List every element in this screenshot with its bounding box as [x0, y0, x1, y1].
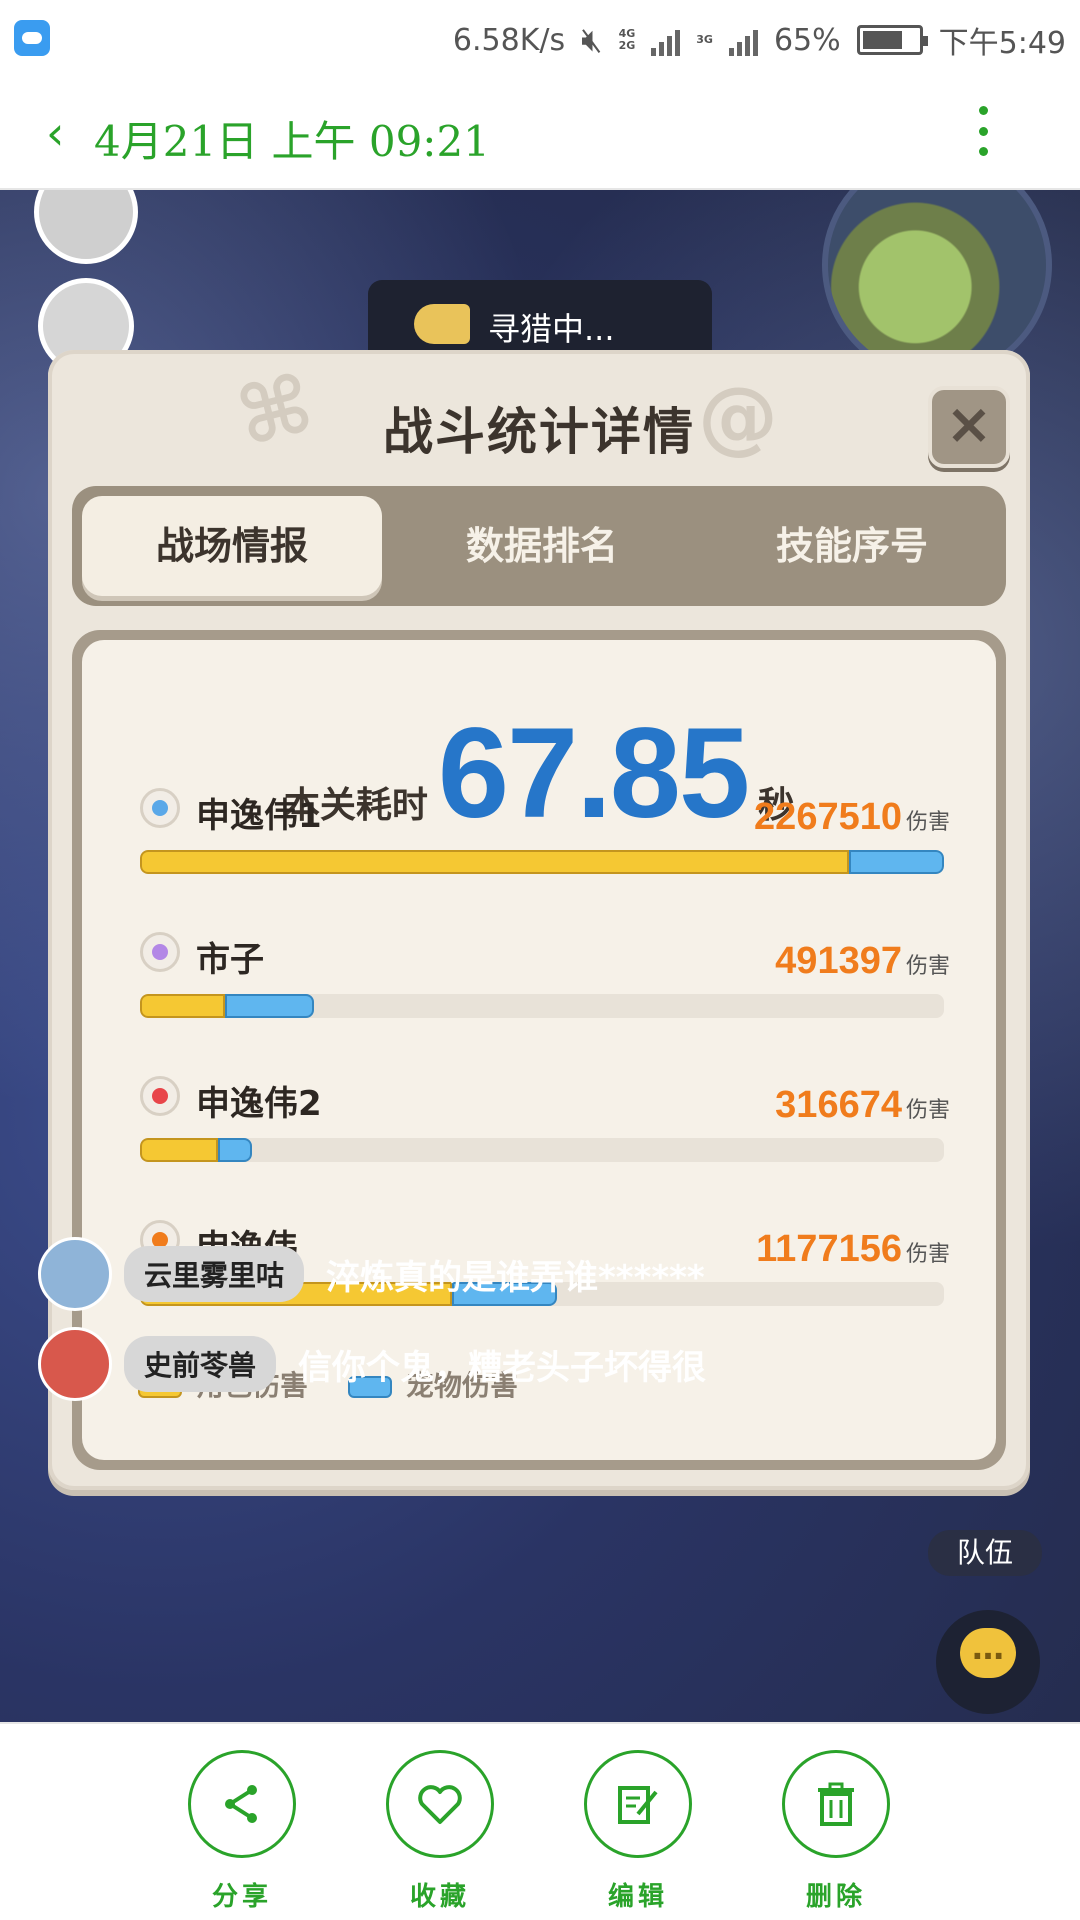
dialog-title: 战斗统计详情	[383, 403, 695, 461]
player-row: 申逸伟1 2267510 伤害	[140, 788, 950, 898]
damage-suffix: 伤害	[905, 1242, 950, 1267]
damage-value: 1177156 伤害	[756, 1228, 950, 1271]
edit-icon	[618, 1786, 658, 1824]
damage-bar	[140, 994, 944, 1018]
hunting-label: 寻猎中...	[488, 310, 615, 348]
bar-segment-character	[140, 850, 849, 874]
chat-text: 淬炼真的是谁弄谁******	[326, 1257, 705, 1298]
bottom-action-bar: 分享 收藏 编辑 删除	[0, 1722, 1080, 1920]
class-icon-mark	[152, 800, 168, 816]
bar-segment-pet	[218, 1138, 252, 1162]
network-type-3g: 3G	[696, 33, 713, 46]
favorite-label: 收藏	[409, 1882, 470, 1912]
player-name: 市子	[196, 940, 264, 980]
damage-number: 1177156	[756, 1228, 902, 1270]
more-vertical-icon[interactable]	[976, 106, 990, 156]
bar-segment-character	[140, 994, 225, 1018]
battery-icon	[856, 25, 928, 55]
status-bar: 6.58K/s 🔇︎ 4G 2G 3G 65% 下午5:49	[0, 0, 1080, 76]
player-row: 申逸伟2 316674 伤害	[140, 1076, 950, 1186]
share-button[interactable]: 分享	[187, 1750, 297, 1913]
network-type-2g: 2G	[618, 39, 636, 52]
tab-data-ranking[interactable]: 数据排名	[392, 496, 692, 596]
damage-bar	[140, 1138, 944, 1162]
horn-icon	[414, 304, 470, 344]
avatar	[38, 1237, 112, 1311]
net-speed: 6.58K/s	[452, 22, 566, 58]
close-button[interactable]: ×	[928, 386, 1010, 468]
delete-label: 删除	[805, 1882, 866, 1912]
share-button-circle	[188, 1750, 296, 1858]
player-row: 市子 491397 伤害	[140, 932, 950, 1042]
delete-button-circle	[782, 1750, 890, 1858]
damage-number: 316674	[775, 1084, 902, 1126]
battery-percent: 65%	[773, 22, 841, 58]
battle-stats-dialog: ⌘ @ 战斗统计详情 × 战场情报 数据排名 技能序号 本关耗时67.85 秒 申…	[48, 350, 1030, 1490]
game-screenshot: 寻猎中... ⌘ @ 战斗统计详情 × 战场情报 数据排名 技能序号 本关耗时6…	[0, 190, 1080, 1722]
clock: 下午5:49	[938, 26, 1066, 61]
bar-segment-character	[140, 1138, 218, 1162]
chat-message-1: 云里雾里咕 淬炼真的是谁弄谁******	[38, 1234, 705, 1314]
chevron-left-icon[interactable]: ‹	[46, 106, 64, 160]
heart-icon	[418, 1785, 462, 1824]
share-label: 分享	[211, 1882, 272, 1912]
tab-bar: 战场情报 数据排名 技能序号	[72, 486, 1006, 606]
delete-button[interactable]: 删除	[781, 1750, 891, 1913]
edit-label: 编辑	[607, 1882, 668, 1912]
signal-icon	[651, 24, 681, 56]
avatar	[38, 1327, 112, 1401]
class-icon-mark	[152, 944, 168, 960]
damage-bar	[140, 850, 944, 874]
player-name: 申逸伟1	[196, 796, 322, 836]
signal-icon-2	[728, 24, 758, 56]
damage-suffix: 伤害	[905, 1098, 950, 1123]
edit-button-circle	[584, 1750, 692, 1858]
blade-class-icon	[140, 788, 180, 828]
network-type-stack: 4G 2G	[619, 28, 636, 52]
edit-button[interactable]: 编辑	[583, 1750, 693, 1913]
bar-segment-pet	[849, 850, 944, 874]
damage-value: 491397 伤害	[775, 940, 950, 983]
class-icon-mark	[152, 1088, 168, 1104]
tab-skill-order[interactable]: 技能序号	[702, 496, 1002, 596]
orb-class-icon	[140, 932, 180, 972]
favorite-button-circle	[386, 1750, 494, 1858]
damage-value: 316674 伤害	[775, 1084, 950, 1127]
chat-sender: 云里雾里咕	[124, 1246, 305, 1302]
damage-suffix: 伤害	[905, 954, 950, 979]
tab-battlefield-info[interactable]: 战场情报	[82, 496, 382, 596]
damage-value: 2267510 伤害	[754, 796, 950, 839]
weather-app-icon	[14, 20, 50, 56]
share-icon	[225, 1785, 257, 1823]
chat-text: 信你个鬼，糟老头子坏得很	[298, 1347, 707, 1388]
chat-bubble-button[interactable]	[936, 1610, 1040, 1714]
damage-suffix: 伤害	[905, 810, 950, 835]
player-name: 申逸伟2	[196, 1084, 322, 1124]
header: ‹ 4月21日 上午 09:21	[0, 76, 1080, 190]
favorite-button[interactable]: 收藏	[385, 1750, 495, 1913]
close-icon: ×	[945, 392, 993, 457]
chat-sender: 史前苓兽	[124, 1336, 277, 1392]
team-button[interactable]: 队伍	[928, 1530, 1042, 1576]
bar-segment-pet	[225, 994, 314, 1018]
fire-swirl-class-icon	[140, 1076, 180, 1116]
page-title: 4月21日 上午 09:21	[94, 117, 490, 166]
mute-icon: 🔇︎	[581, 20, 603, 60]
damage-number: 2267510	[754, 796, 902, 838]
damage-number: 491397	[775, 940, 902, 982]
trash-icon	[818, 1782, 854, 1826]
chat-message-2: 史前苓兽 信你个鬼，糟老头子坏得很	[38, 1324, 706, 1404]
